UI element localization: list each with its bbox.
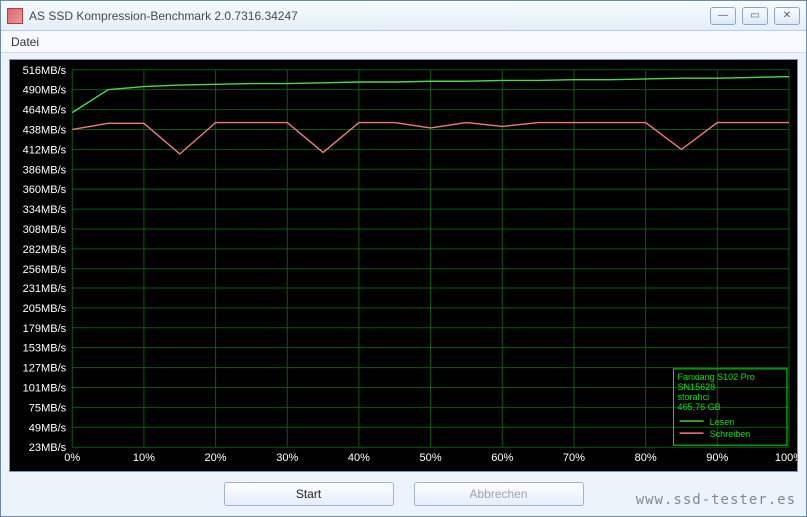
svg-text:storahci: storahci (678, 392, 710, 402)
svg-text:127MB/s: 127MB/s (23, 363, 67, 375)
svg-text:308MB/s: 308MB/s (23, 224, 67, 236)
window-title: AS SSD Kompression-Benchmark 2.0.7316.34… (29, 9, 710, 23)
close-button[interactable]: ✕ (774, 7, 800, 25)
svg-text:282MB/s: 282MB/s (23, 244, 67, 256)
svg-text:360MB/s: 360MB/s (23, 184, 67, 196)
abort-button: Abbrechen (414, 482, 584, 506)
svg-text:231MB/s: 231MB/s (23, 283, 67, 295)
svg-text:205MB/s: 205MB/s (23, 303, 67, 315)
svg-text:Fanxiang S102 Pro: Fanxiang S102 Pro (678, 372, 755, 382)
maximize-button[interactable]: ▭ (742, 7, 768, 25)
svg-text:153MB/s: 153MB/s (23, 343, 67, 355)
chart-area: 516MB/s 490MB/s 464MB/s 438MB/s 412MB/s 386MB… (9, 59, 798, 472)
svg-text:464MB/s: 464MB/s (23, 105, 67, 117)
app-icon (7, 8, 23, 24)
svg-text:Schreiben: Schreiben (710, 429, 751, 439)
svg-text:490MB/s: 490MB/s (23, 85, 67, 97)
svg-text:Lesen: Lesen (710, 417, 735, 427)
svg-text:10%: 10% (133, 452, 155, 464)
watermark: www.ssd-tester.es (636, 492, 796, 508)
svg-text:20%: 20% (205, 452, 227, 464)
svg-text:0%: 0% (64, 452, 80, 464)
svg-text:SN15628: SN15628 (678, 382, 716, 392)
svg-text:100%: 100% (775, 452, 797, 464)
svg-text:386MB/s: 386MB/s (23, 164, 67, 176)
menubar: Datei (1, 31, 806, 53)
svg-text:40%: 40% (348, 452, 370, 464)
svg-text:75MB/s: 75MB/s (29, 402, 67, 414)
app-window: AS SSD Kompression-Benchmark 2.0.7316.34… (0, 0, 807, 517)
svg-text:50%: 50% (420, 452, 442, 464)
minimize-button[interactable]: — (710, 7, 736, 25)
start-button[interactable]: Start (224, 482, 394, 506)
svg-text:70%: 70% (563, 452, 585, 464)
client-area: 516MB/s 490MB/s 464MB/s 438MB/s 412MB/s 386MB… (1, 53, 806, 516)
menu-file[interactable]: Datei (11, 35, 39, 49)
window-controls: — ▭ ✕ (710, 7, 800, 25)
titlebar: AS SSD Kompression-Benchmark 2.0.7316.34… (1, 1, 806, 31)
svg-text:90%: 90% (706, 452, 728, 464)
svg-text:23MB/s: 23MB/s (29, 442, 67, 454)
svg-text:465,76 GB: 465,76 GB (678, 402, 721, 412)
svg-text:334MB/s: 334MB/s (23, 204, 67, 216)
svg-text:49MB/s: 49MB/s (29, 422, 67, 434)
svg-text:516MB/s: 516MB/s (23, 65, 67, 77)
svg-text:438MB/s: 438MB/s (23, 124, 67, 136)
chart-svg: 516MB/s 490MB/s 464MB/s 438MB/s 412MB/s 386MB… (10, 60, 797, 471)
svg-text:30%: 30% (276, 452, 298, 464)
svg-text:60%: 60% (491, 452, 513, 464)
svg-text:101MB/s: 101MB/s (23, 382, 67, 394)
svg-text:80%: 80% (635, 452, 657, 464)
svg-text:256MB/s: 256MB/s (23, 264, 67, 276)
svg-text:412MB/s: 412MB/s (23, 144, 67, 156)
svg-text:179MB/s: 179MB/s (23, 323, 67, 335)
